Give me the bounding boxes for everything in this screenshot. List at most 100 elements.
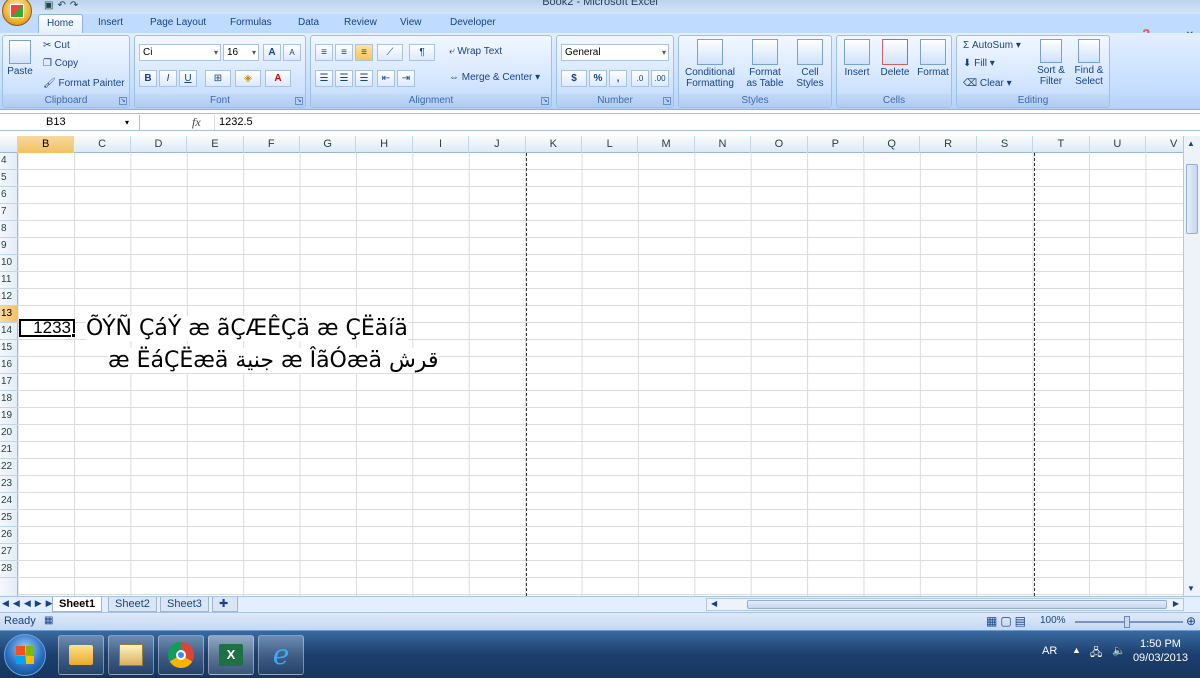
row-header-13[interactable]: 13 — [0, 306, 18, 323]
tray-arrow-icon[interactable]: ▲ — [1072, 645, 1081, 655]
tab-view[interactable]: View — [392, 14, 430, 33]
horizontal-scroll-thumb[interactable] — [747, 600, 1167, 609]
underline-button[interactable]: U — [179, 70, 197, 87]
column-header-i[interactable]: I — [413, 136, 470, 153]
comma-button[interactable]: , — [609, 70, 627, 87]
row-header-28[interactable]: 28 — [0, 561, 18, 578]
column-header-m[interactable]: M — [638, 136, 695, 153]
taskbar-ie-icon[interactable]: e — [258, 635, 304, 675]
tab-data[interactable]: Data — [290, 14, 327, 33]
paste-button[interactable]: Paste — [5, 40, 35, 77]
view-buttons[interactable]: ▦▢▤ — [986, 614, 1029, 628]
wrap-text-button[interactable]: ⤶ Wrap Text — [449, 46, 502, 57]
sheet-tab-3[interactable]: Sheet3 — [160, 597, 209, 612]
cell-area[interactable] — [18, 153, 1200, 596]
cut-button[interactable]: ✂ Cut — [43, 40, 70, 51]
name-box[interactable]: B13 ▾ — [2, 115, 140, 130]
language-indicator[interactable]: AR — [1042, 645, 1057, 657]
formula-input[interactable]: 1232.5 — [214, 115, 253, 130]
column-header-f[interactable]: F — [244, 136, 300, 153]
align-bottom-icon[interactable]: ≡ — [355, 44, 373, 61]
tab-review[interactable]: Review — [336, 14, 385, 33]
select-all-corner[interactable] — [0, 136, 18, 153]
dialog-launcher-icon[interactable]: ↘ — [295, 97, 303, 105]
row-header-4[interactable]: 4 — [0, 153, 18, 170]
row-header-6[interactable]: 6 — [0, 187, 18, 204]
vertical-scrollbar[interactable]: ▲ ▼ — [1183, 136, 1200, 596]
find-select-button[interactable]: Find & Select — [1069, 39, 1109, 87]
align-left-icon[interactable]: ☰ — [315, 70, 333, 87]
column-header-l[interactable]: L — [582, 136, 639, 153]
percent-button[interactable]: % — [589, 70, 607, 87]
scroll-right-icon[interactable]: ▶ — [1173, 599, 1179, 608]
fill-handle[interactable] — [71, 333, 76, 338]
row-header-18[interactable]: 18 — [0, 391, 18, 408]
zoom-slider-thumb[interactable] — [1124, 616, 1130, 628]
align-middle-icon[interactable]: ≡ — [335, 44, 353, 61]
sheet-tab-2[interactable]: Sheet2 — [108, 597, 157, 612]
row-header-14[interactable]: 14 — [0, 323, 18, 340]
scroll-down-icon[interactable]: ▼ — [1187, 584, 1195, 593]
sheet-tab-1[interactable]: Sheet1 — [52, 597, 103, 612]
network-icon[interactable]: 🖧 — [1090, 644, 1102, 663]
column-header-p[interactable]: P — [808, 136, 864, 153]
column-header-u[interactable]: U — [1090, 136, 1146, 153]
row-header-9[interactable]: 9 — [0, 238, 18, 255]
row-header-15[interactable]: 15 — [0, 340, 18, 357]
align-center-icon[interactable]: ☰ — [335, 70, 353, 87]
start-button[interactable] — [4, 634, 46, 676]
column-header-g[interactable]: G — [300, 136, 357, 153]
tab-page-layout[interactable]: Page Layout — [142, 14, 214, 33]
number-format-select[interactable]: General ▾ — [561, 44, 669, 61]
tab-formulas[interactable]: Formulas — [222, 14, 280, 33]
merge-center-button[interactable]: ⇔ Merge & Center ▾ — [449, 72, 540, 83]
format-painter-button[interactable]: 🖌 Format Painter — [43, 78, 125, 89]
row-header-19[interactable]: 19 — [0, 408, 18, 425]
conditional-formatting-button[interactable]: Conditional Formatting — [681, 39, 739, 89]
font-color-icon[interactable]: A — [265, 70, 291, 87]
scroll-left-icon[interactable]: ◀ — [711, 599, 717, 608]
taskbar-chrome-icon[interactable] — [158, 635, 204, 675]
worksheet-grid[interactable]: BCDEFGHIJKLMNOPQRSTUV 4 5 6 7 8 9 10 11 12 13 14 15… — [0, 136, 1200, 596]
decrease-indent-icon[interactable]: ⇤ — [377, 70, 395, 87]
active-cell-b13[interactable]: 1233 — [19, 319, 75, 337]
column-header-n[interactable]: N — [695, 136, 752, 153]
column-header-c[interactable]: C — [74, 136, 131, 153]
vertical-scroll-thumb[interactable] — [1186, 164, 1198, 234]
borders-icon[interactable]: ⊞ — [205, 70, 231, 87]
clear-button[interactable]: ⌫ Clear ▾ — [963, 78, 1012, 89]
row-header-20[interactable]: 20 — [0, 425, 18, 442]
column-header-e[interactable]: E — [187, 136, 244, 153]
row-header-22[interactable]: 22 — [0, 459, 18, 476]
column-header-k[interactable]: K — [526, 136, 582, 153]
row-header-8[interactable]: 8 — [0, 221, 18, 238]
orientation-icon[interactable]: ⟋ — [377, 44, 403, 61]
macro-record-icon[interactable]: ▦ — [44, 615, 53, 626]
taskbar-folder-icon[interactable] — [58, 635, 104, 675]
cell-styles-button[interactable]: Cell Styles — [789, 39, 831, 89]
fill-color-icon[interactable]: ◈ — [235, 70, 261, 87]
column-header-j[interactable]: J — [469, 136, 526, 153]
grow-font-button[interactable]: A — [263, 44, 281, 61]
copy-button[interactable]: ❐ Copy — [43, 58, 78, 69]
rtl-icon[interactable]: ¶ — [409, 44, 435, 61]
row-header-25[interactable]: 25 — [0, 510, 18, 527]
tab-developer[interactable]: Developer — [442, 14, 504, 33]
dialog-launcher-icon[interactable]: ↘ — [663, 97, 671, 105]
row-header-17[interactable]: 17 — [0, 374, 18, 391]
dialog-launcher-icon[interactable]: ↘ — [119, 97, 127, 105]
increase-decimal-button[interactable]: .0 — [631, 70, 649, 87]
increase-indent-icon[interactable]: ⇥ — [397, 70, 415, 87]
bold-button[interactable]: B — [139, 70, 157, 87]
font-size-select[interactable]: 16 ▾ — [223, 44, 259, 61]
column-header-r[interactable]: R — [920, 136, 977, 153]
row-header-16[interactable]: 16 — [0, 357, 18, 374]
align-right-icon[interactable]: ☰ — [355, 70, 373, 87]
row-header-23[interactable]: 23 — [0, 476, 18, 493]
currency-button[interactable]: $ — [561, 70, 587, 87]
row-header-12[interactable]: 12 — [0, 289, 18, 306]
scroll-up-icon[interactable]: ▲ — [1187, 139, 1195, 148]
row-header-21[interactable]: 21 — [0, 442, 18, 459]
horizontal-scrollbar[interactable]: ◀ ▶ — [706, 598, 1184, 611]
column-header-o[interactable]: O — [751, 136, 808, 153]
